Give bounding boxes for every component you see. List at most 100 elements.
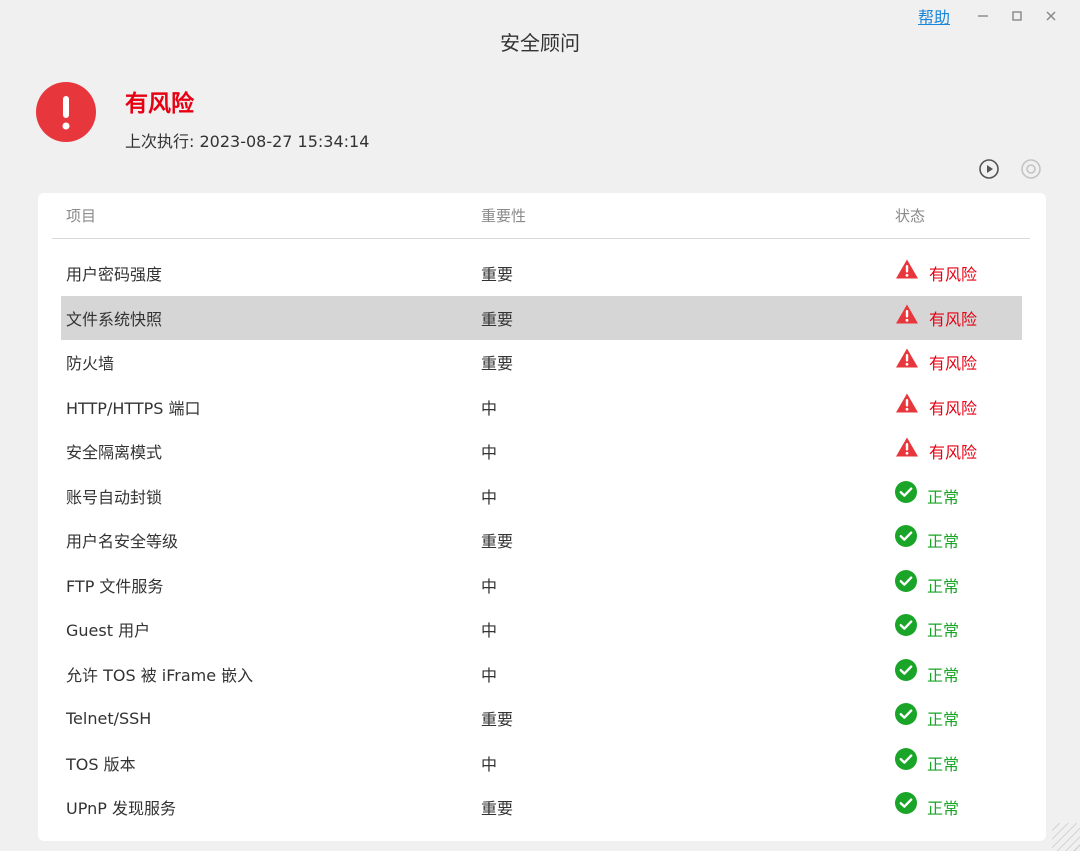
row-importance: 中 [481, 576, 498, 596]
row-status: 有风险 [895, 251, 977, 296]
table-row[interactable]: 防火墙 重要 有风险 [61, 340, 1022, 385]
row-item-name: Guest 用户 [66, 621, 151, 641]
minimize-button[interactable] [966, 4, 1000, 28]
check-circle-icon [895, 658, 917, 681]
row-status-label: 有风险 [929, 309, 978, 329]
security-advisor-window: 帮助 安全顾问 有风险 上次执行: 2023-08-27 15:34:14 项目… [0, 0, 1080, 851]
row-status-label: 有风险 [929, 443, 978, 463]
row-status: 正常 [895, 563, 959, 608]
check-circle-icon [895, 525, 917, 548]
row-importance: 中 [481, 754, 498, 774]
close-button[interactable] [1034, 4, 1068, 28]
row-importance: 中 [481, 665, 498, 685]
table-row[interactable]: TOS 版本 中 正常 [61, 741, 1022, 786]
scan-actions [978, 158, 1042, 180]
row-importance: 重要 [481, 710, 514, 730]
warning-triangle-icon [896, 393, 918, 413]
window-title: 安全顾问 [500, 31, 580, 55]
warning-triangle-icon [896, 259, 918, 279]
window-controls: 帮助 [918, 4, 1068, 28]
security-check-table: 项目 重要性 状态 用户密码强度 重要 有风险 文件系统快照 重要 有风险 防火墙 重要 有风险… [38, 193, 1046, 841]
row-importance: 中 [481, 443, 498, 463]
column-header-item[interactable]: 项目 [66, 193, 96, 238]
row-importance: 重要 [481, 799, 514, 819]
column-header-status[interactable]: 状态 [895, 193, 925, 238]
table-row[interactable]: 安全隔离模式 中 有风险 [61, 429, 1022, 474]
row-status: 正常 [895, 474, 959, 519]
row-importance: 中 [481, 621, 498, 641]
check-circle-icon [895, 747, 917, 770]
maximize-icon [1012, 11, 1022, 21]
warning-triangle-icon [896, 437, 918, 457]
table-row[interactable]: UPnP 发现服务 重要 正常 [61, 785, 1022, 830]
row-status: 正常 [895, 607, 959, 652]
close-icon [1046, 11, 1056, 21]
row-status-label: 正常 [927, 532, 960, 552]
row-status: 有风险 [895, 385, 977, 430]
row-status: 有风险 [895, 340, 977, 385]
check-circle-icon [895, 614, 917, 637]
row-status-label: 正常 [927, 487, 960, 507]
row-item-name: HTTP/HTTPS 端口 [66, 398, 201, 418]
table-row[interactable]: 用户密码强度 重要 有风险 [61, 251, 1022, 296]
table-row[interactable]: 用户名安全等级 重要 正常 [61, 518, 1022, 563]
row-status-label: 正常 [927, 799, 960, 819]
exclamation-circle-icon [36, 82, 96, 142]
check-circle-icon [895, 569, 917, 592]
row-item-name: Telnet/SSH [66, 708, 152, 728]
table-header: 项目 重要性 状态 [52, 193, 1030, 239]
maximize-button[interactable] [1000, 4, 1034, 28]
row-item-name: 防火墙 [66, 354, 115, 374]
row-item-name: 账号自动封锁 [66, 487, 163, 507]
table-body: 用户密码强度 重要 有风险 文件系统快照 重要 有风险 防火墙 重要 有风险 HTTP/HTTPS… [61, 251, 1022, 830]
stop-circle-icon [1021, 159, 1041, 179]
row-importance: 重要 [481, 265, 514, 285]
minimize-icon [978, 15, 988, 17]
row-importance: 中 [481, 487, 498, 507]
table-row[interactable]: 文件系统快照 重要 有风险 [61, 295, 1022, 341]
row-importance: 重要 [481, 309, 514, 329]
table-row[interactable]: Guest 用户 中 正常 [61, 607, 1022, 652]
row-status-label: 有风险 [929, 354, 978, 374]
row-item-name: FTP 文件服务 [66, 576, 164, 596]
table-row[interactable]: Telnet/SSH 重要 正常 [61, 696, 1022, 741]
row-item-name: UPnP 发现服务 [66, 799, 176, 819]
row-importance: 重要 [481, 532, 514, 552]
row-status-label: 正常 [927, 665, 960, 685]
table-row[interactable]: FTP 文件服务 中 正常 [61, 563, 1022, 608]
row-item-name: 用户名安全等级 [66, 532, 179, 552]
row-status: 正常 [895, 696, 959, 741]
row-status-label: 正常 [927, 754, 960, 774]
row-importance: 中 [481, 398, 498, 418]
table-row[interactable]: HTTP/HTTPS 端口 中 有风险 [61, 385, 1022, 430]
table-row[interactable]: 允许 TOS 被 iFrame 嵌入 中 正常 [61, 652, 1022, 697]
row-status: 正常 [895, 785, 959, 830]
row-status-label: 正常 [927, 710, 960, 730]
stop-scan-button[interactable] [1020, 158, 1042, 180]
row-status: 正常 [895, 652, 959, 697]
overall-status: 有风险 [125, 91, 194, 117]
row-item-name: TOS 版本 [66, 754, 136, 774]
check-circle-icon [895, 703, 917, 726]
row-item-name: 用户密码强度 [66, 265, 163, 285]
row-status: 有风险 [895, 296, 977, 341]
row-status-label: 正常 [927, 576, 960, 596]
last-run-time: 上次执行: 2023-08-27 15:34:14 [125, 132, 370, 151]
check-circle-icon [895, 792, 917, 815]
column-header-importance[interactable]: 重要性 [481, 193, 526, 238]
row-item-name: 安全隔离模式 [66, 443, 163, 463]
row-item-name: 允许 TOS 被 iFrame 嵌入 [66, 665, 254, 685]
play-circle-icon [979, 159, 999, 179]
warning-triangle-icon [896, 348, 918, 368]
run-scan-button[interactable] [978, 158, 1000, 180]
warning-triangle-icon [896, 304, 918, 324]
row-status-label: 正常 [927, 621, 960, 641]
row-item-name: 文件系统快照 [66, 309, 163, 329]
check-circle-icon [895, 480, 917, 503]
row-status: 正常 [895, 741, 959, 786]
table-row[interactable]: 账号自动封锁 中 正常 [61, 474, 1022, 519]
row-status: 正常 [895, 518, 959, 563]
help-link[interactable]: 帮助 [918, 4, 950, 28]
row-importance: 重要 [481, 354, 514, 374]
row-status-label: 有风险 [929, 265, 978, 285]
